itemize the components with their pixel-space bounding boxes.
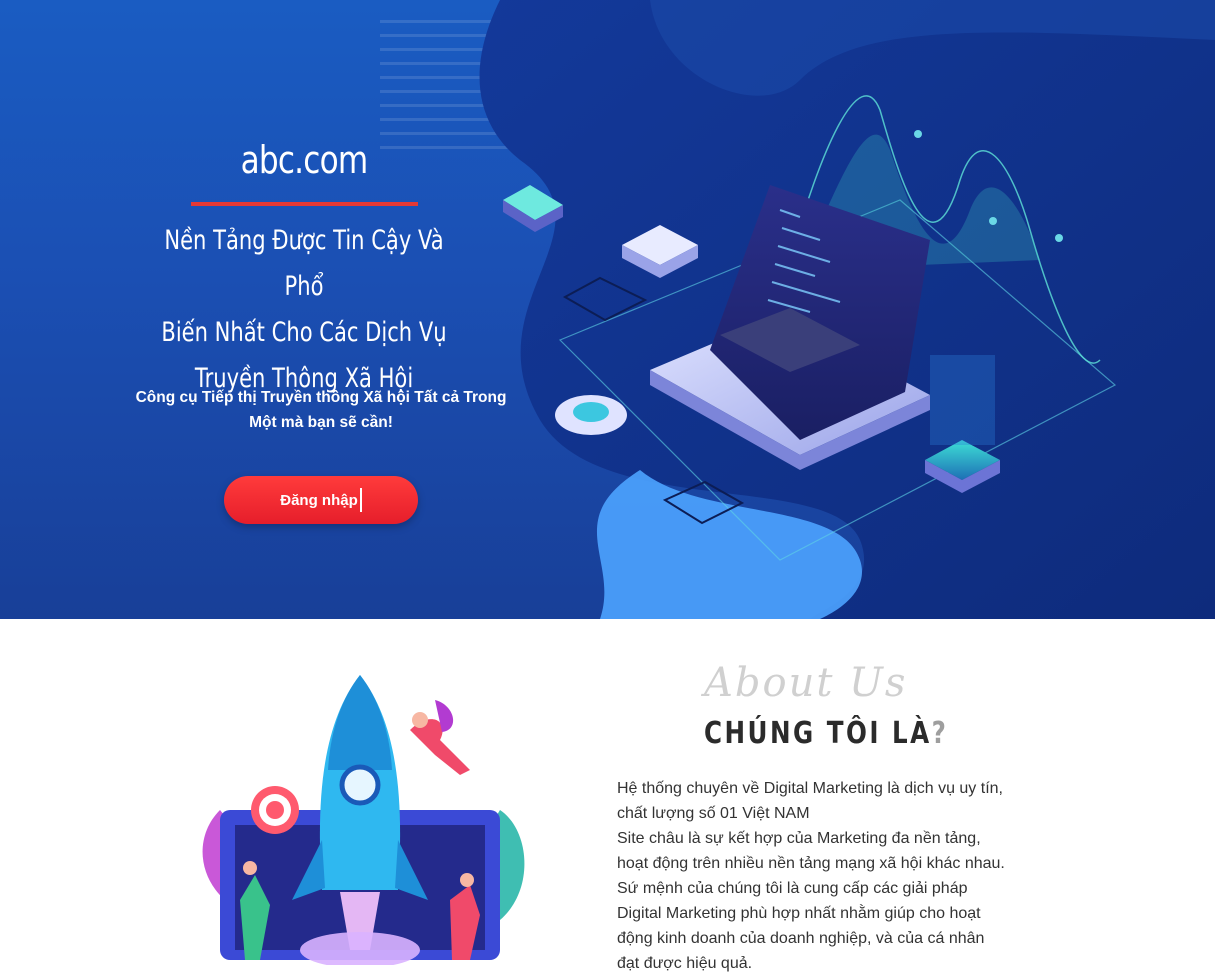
site-title: abc.com xyxy=(240,138,369,182)
hero-subtext: Công cụ Tiếp thị Truyền thông Xã hội Tất… xyxy=(116,385,526,435)
about-heading: CHÚNG TÔI LÀ? xyxy=(704,716,948,751)
subtext-line: Một mà bạn sẽ cần! xyxy=(249,414,393,431)
subtext-line: Công cụ Tiếp thị Truyền thông Xã hội Tất… xyxy=(135,389,507,406)
hero-headline: Nền Tảng Được Tin Cậy Và Phổ Biến Nhất C… xyxy=(148,218,460,402)
headline-line: Biến Nhất Cho Các Dịch Vụ xyxy=(161,317,447,348)
about-heading-mark: ? xyxy=(931,716,949,751)
login-button-label: Đăng nhập xyxy=(280,491,358,509)
login-button[interactable]: Đăng nhập xyxy=(224,476,418,524)
about-line: Sứ mệnh của chúng tôi là cung cấp các gi… xyxy=(617,880,968,897)
about-line: Site châu là sự kết hợp của Marketing đa… xyxy=(617,830,981,847)
about-line: Digital Marketing phù hợp nhất nhằm giúp… xyxy=(617,905,981,922)
about-paragraph: Hệ thống chuyên về Digital Marketing là … xyxy=(617,776,1037,976)
about-line: chất lượng số 01 Việt NAM xyxy=(617,805,810,822)
about-line: động kinh doanh của doanh nghiệp, và của… xyxy=(617,930,985,947)
target-icon xyxy=(251,786,299,834)
about-line: đạt được hiệu quả. xyxy=(617,955,753,972)
about-line: Hệ thống chuyên về Digital Marketing là … xyxy=(617,780,1003,797)
about-heading-text: CHÚNG TÔI LÀ xyxy=(704,716,932,751)
rocket-illustration xyxy=(202,675,525,965)
title-underline xyxy=(191,202,418,206)
hero-section: abc.com Nền Tảng Được Tin Cậy Và Phổ Biế… xyxy=(0,0,1215,619)
about-line: hoạt động trên nhiều nền tảng mạng xã hộ… xyxy=(617,855,1005,872)
about-script-title: About Us xyxy=(704,660,908,706)
text-cursor xyxy=(359,488,362,512)
headline-line: Nền Tảng Được Tin Cậy Và Phổ xyxy=(164,225,444,302)
